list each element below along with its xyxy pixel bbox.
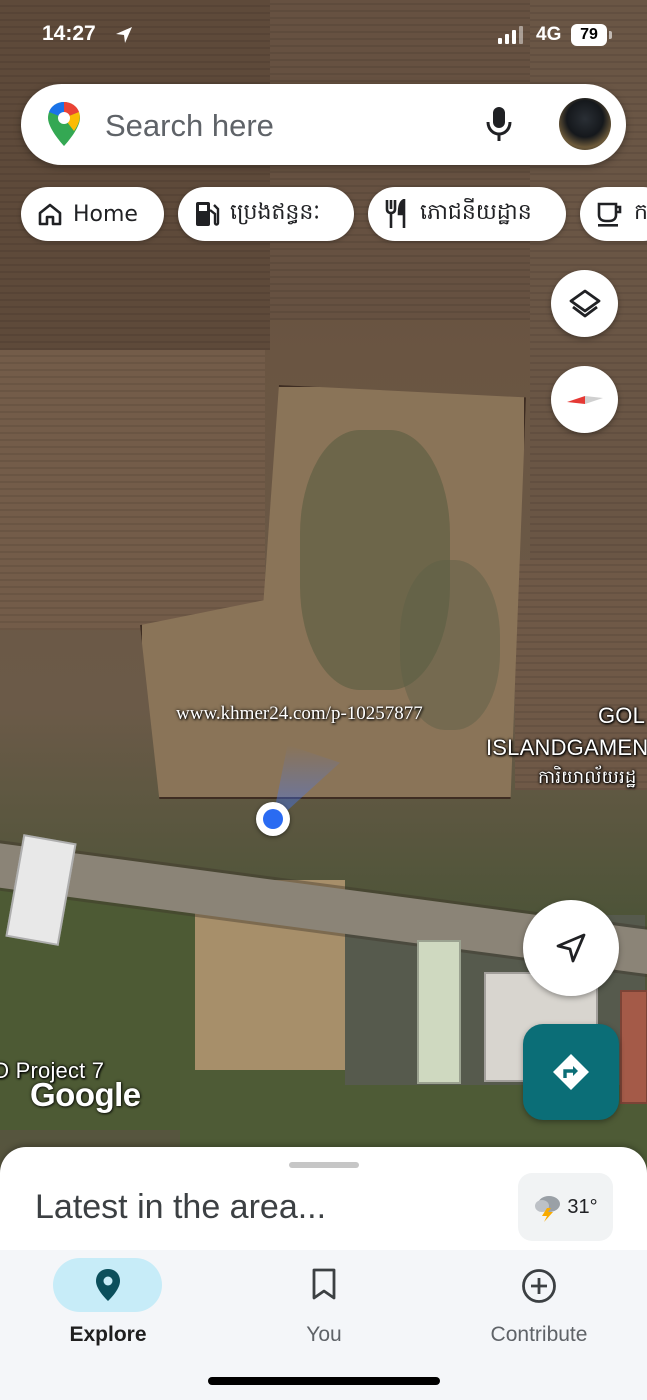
user-avatar[interactable] xyxy=(559,98,611,150)
building-roof xyxy=(620,990,647,1104)
chip-gas[interactable]: ប្រេងឥន្ធនៈ xyxy=(178,187,354,241)
chip-cafe[interactable]: ក xyxy=(580,187,647,241)
location-arrow-icon xyxy=(116,27,132,43)
network-type: 4G xyxy=(536,24,562,45)
current-location-dot xyxy=(256,802,290,836)
location-pin-icon xyxy=(28,1268,188,1307)
restaurant-icon xyxy=(385,199,406,228)
sheet-drag-handle[interactable] xyxy=(289,1162,359,1168)
chip-label: ក xyxy=(634,200,647,225)
satellite-map[interactable]: www.khmer24.com/p-10257877 GOL ISLANDGAM… xyxy=(0,0,647,1180)
navigation-arrow-icon xyxy=(556,933,586,963)
layers-icon xyxy=(569,289,600,317)
farm-field xyxy=(0,350,265,630)
temperature: 31° xyxy=(567,1195,598,1218)
place-label[interactable]: GOL xyxy=(598,703,645,729)
status-time: 14:27 xyxy=(42,22,96,45)
google-logo: Google xyxy=(30,1076,141,1113)
compass-icon xyxy=(566,395,603,404)
nav-label: Contribute xyxy=(490,1323,588,1346)
building-roof xyxy=(417,940,461,1084)
layers-button[interactable] xyxy=(551,270,618,337)
bookmark-icon xyxy=(244,1268,404,1305)
chip-label: ភោជនីយដ្ឋាន xyxy=(420,200,532,225)
weather-badge[interactable]: 31° xyxy=(518,1173,613,1241)
directions-button[interactable] xyxy=(523,1024,619,1120)
battery-tip xyxy=(609,31,612,39)
microphone-icon[interactable] xyxy=(486,106,512,142)
nav-label: You xyxy=(306,1323,342,1346)
chip-home[interactable]: Home xyxy=(21,187,164,241)
google-maps-pin-icon xyxy=(48,102,80,146)
add-circle-icon xyxy=(459,1268,619,1309)
thunderstorm-icon xyxy=(535,1196,561,1222)
compass-button[interactable] xyxy=(551,366,618,433)
gas-station-icon xyxy=(196,202,220,226)
cell-signal-icon xyxy=(498,26,523,44)
cafe-icon xyxy=(597,202,622,227)
chip-label: ប្រេងឥន្ធនៈ xyxy=(230,200,321,225)
battery-level: 79 xyxy=(571,24,607,46)
home-icon xyxy=(38,203,62,226)
nav-contribute[interactable]: Contribute xyxy=(459,1250,619,1360)
directions-icon xyxy=(553,1054,589,1090)
place-label[interactable]: ISLANDGAMEN xyxy=(486,735,647,761)
watermark-text: www.khmer24.com/p-10257877 xyxy=(176,703,423,724)
nav-you[interactable]: You xyxy=(244,1250,404,1360)
search-bar[interactable] xyxy=(21,84,626,165)
status-bar: 14:27 4G 79 xyxy=(0,0,647,70)
nav-explore[interactable]: Explore xyxy=(28,1250,188,1360)
sheet-title: Latest in the area... xyxy=(35,1188,327,1226)
nav-label: Explore xyxy=(69,1323,147,1346)
search-input[interactable] xyxy=(103,104,467,148)
latest-in-area-sheet[interactable]: Latest in the area... 31° xyxy=(0,1147,647,1257)
place-label[interactable]: ការិយាល័យរដ្ឋ xyxy=(538,765,637,792)
chip-restaurants[interactable]: ភោជនីយដ្ឋាន xyxy=(368,187,566,241)
chip-label: Home xyxy=(73,201,138,227)
my-location-button[interactable] xyxy=(523,900,619,996)
home-indicator[interactable] xyxy=(208,1377,440,1385)
